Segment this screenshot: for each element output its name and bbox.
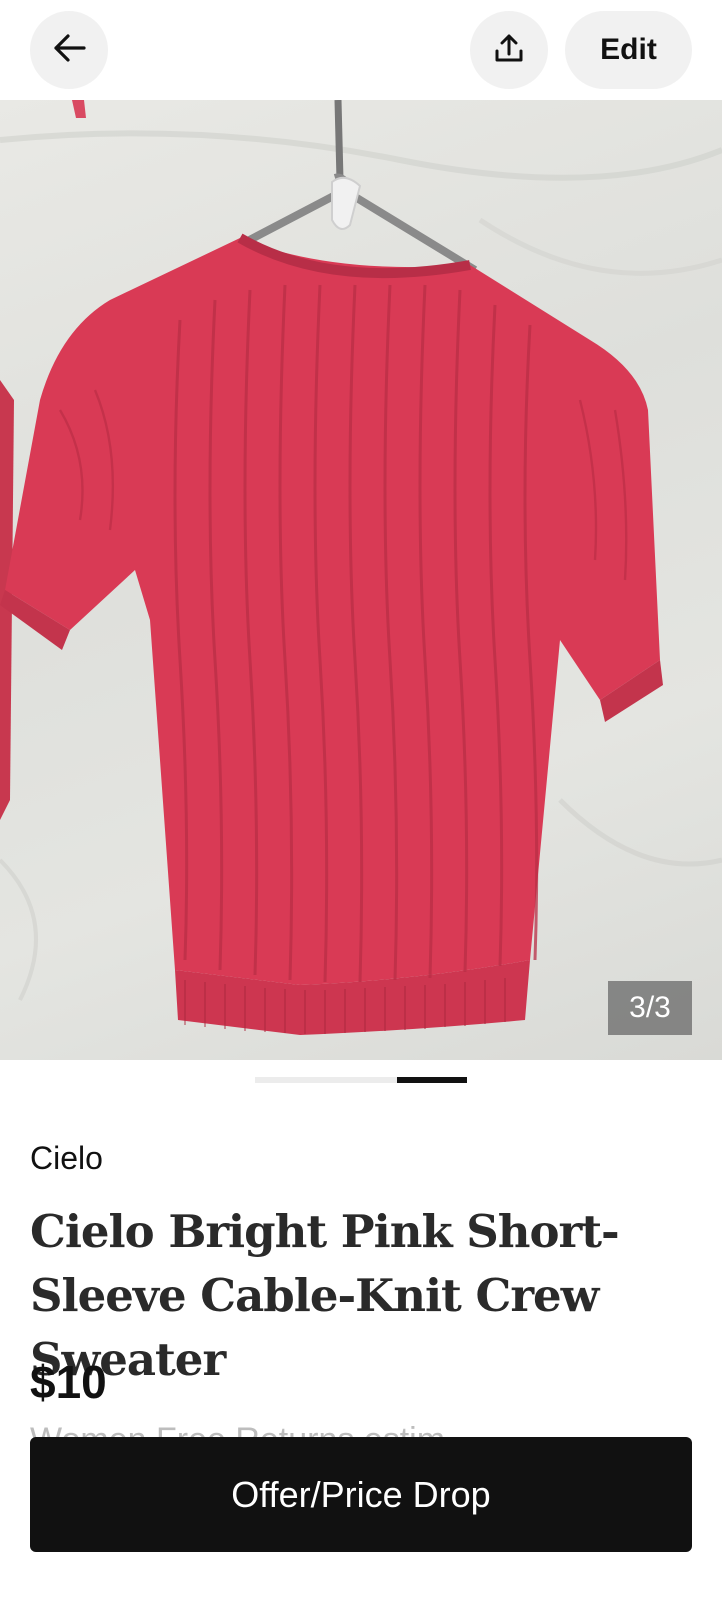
share-button[interactable] [470,11,548,89]
product-photo[interactable] [0,100,722,1060]
share-upload-icon [493,32,525,69]
image-counter-badge: 3/3 [608,981,692,1035]
gallery-progress-active [397,1077,467,1083]
listing-price: $10 [30,1356,107,1408]
top-bar: Edit [0,0,722,100]
bottom-safe-area [0,1552,722,1600]
listing-title: Cielo Bright Pink Short-Sleeve Cable-Kni… [30,1205,620,1386]
arrow-left-icon [52,33,86,68]
offer-price-drop-button[interactable]: Offer/Price Drop [30,1437,692,1552]
edit-button[interactable]: Edit [565,11,692,89]
back-button[interactable] [30,11,108,89]
brand-name[interactable]: Cielo [30,1140,103,1177]
